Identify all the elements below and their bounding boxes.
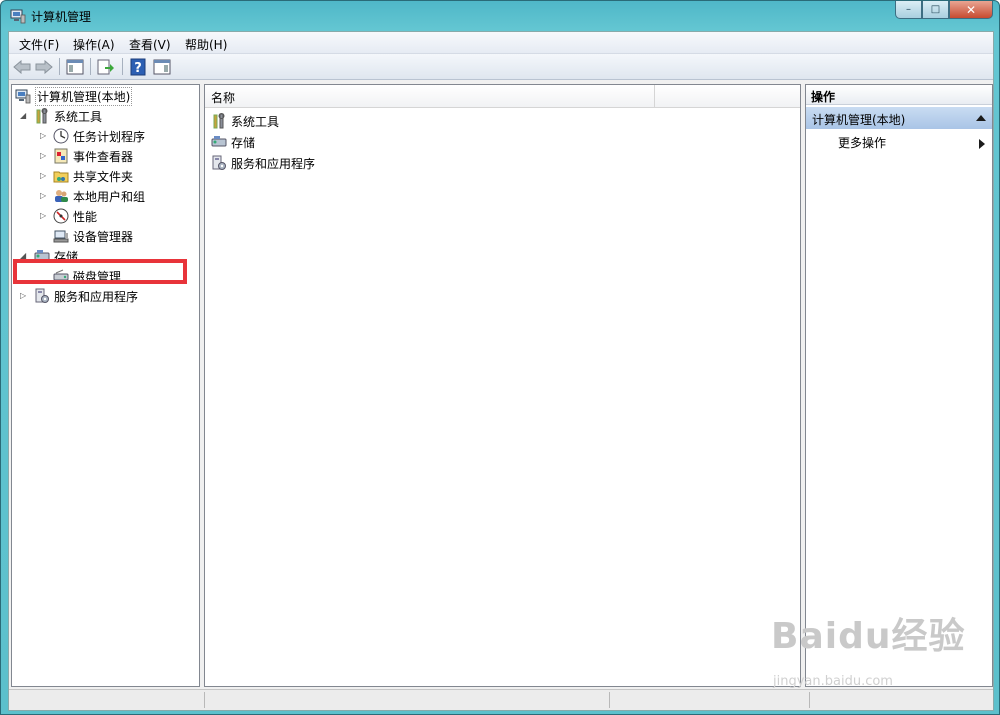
status-separator bbox=[809, 692, 810, 708]
export-list-icon[interactable] bbox=[96, 57, 116, 77]
computer-management-icon bbox=[10, 8, 26, 24]
tree-node-system-tools[interactable]: 系统工具 bbox=[34, 107, 102, 125]
toolbar: ? bbox=[9, 54, 993, 80]
tree-label: 设备管理器 bbox=[73, 229, 134, 244]
tree-label: 共享文件夹 bbox=[73, 169, 134, 184]
list-pane[interactable]: 名称 系统工具 存储 服务和应用程序 bbox=[204, 84, 801, 687]
status-separator bbox=[609, 692, 610, 708]
services-icon bbox=[34, 288, 50, 304]
computer-icon bbox=[15, 88, 31, 104]
baidu-watermark-url: jingyan.baidu.com bbox=[773, 674, 893, 689]
tools-icon bbox=[211, 113, 227, 129]
collapse-up-icon[interactable] bbox=[976, 115, 986, 121]
tree-label: 事件查看器 bbox=[73, 149, 134, 164]
menu-bar: 文件(F) 操作(A) 查看(V) 帮助(H) bbox=[9, 32, 993, 54]
users-icon bbox=[53, 188, 69, 204]
tree-node-task-scheduler[interactable]: 任务计划程序 bbox=[53, 127, 145, 145]
baidu-watermark-logo: Baidu经验 bbox=[771, 616, 966, 657]
tools-icon bbox=[34, 108, 50, 124]
tree-node-device-manager[interactable]: 设备管理器 bbox=[53, 227, 133, 245]
collapse-triangle-icon[interactable]: ◢ bbox=[20, 112, 28, 120]
title-bar[interactable]: 计算机管理 – □ ✕ bbox=[1, 1, 999, 31]
tree-node-performance[interactable]: 性能 bbox=[53, 207, 97, 225]
list-item[interactable]: 服务和应用程序 bbox=[211, 154, 315, 172]
column-header-name[interactable]: 名称 bbox=[205, 85, 655, 107]
tree-pane[interactable]: 计算机管理(本地) ◢ 系统工具 ▷ 任务计划程序 ▷ 事件查看器 ▷ 共享文件… bbox=[11, 84, 200, 687]
toolbar-separator bbox=[59, 58, 60, 75]
device-manager-icon bbox=[53, 228, 69, 244]
actions-section-header[interactable]: 计算机管理(本地) bbox=[806, 107, 992, 129]
tree-label: 系统工具 bbox=[54, 109, 103, 124]
menu-action[interactable]: 操作(A) bbox=[73, 36, 115, 53]
expand-triangle-icon[interactable]: ▷ bbox=[20, 292, 28, 300]
show-action-pane-icon[interactable] bbox=[152, 57, 172, 77]
tree-node-services-apps[interactable]: 服务和应用程序 bbox=[34, 287, 138, 305]
status-bar bbox=[9, 689, 993, 710]
column-header: 名称 bbox=[205, 85, 800, 108]
red-highlight-box bbox=[13, 259, 187, 284]
tree-label: 本地用户和组 bbox=[73, 189, 146, 204]
list-item[interactable]: 存储 bbox=[211, 133, 255, 151]
list-item-label: 服务和应用程序 bbox=[231, 156, 316, 171]
menu-help[interactable]: 帮助(H) bbox=[185, 36, 227, 53]
tree-label: 任务计划程序 bbox=[73, 129, 146, 144]
storage-icon bbox=[211, 134, 227, 150]
list-item-label: 存储 bbox=[231, 135, 256, 150]
more-actions-link[interactable]: 更多操作 bbox=[838, 134, 886, 151]
expand-triangle-icon[interactable]: ▷ bbox=[40, 132, 48, 140]
performance-icon bbox=[53, 208, 69, 224]
expand-triangle-icon[interactable]: ▷ bbox=[40, 172, 48, 180]
clock-icon bbox=[53, 128, 69, 144]
shared-folder-icon bbox=[53, 168, 69, 184]
window-title: 计算机管理 bbox=[31, 10, 92, 24]
status-separator bbox=[204, 692, 205, 708]
expand-triangle-icon[interactable]: ▷ bbox=[40, 192, 48, 200]
tree-label: 服务和应用程序 bbox=[54, 289, 139, 304]
list-item-label: 系统工具 bbox=[231, 114, 280, 129]
expand-triangle-icon[interactable]: ▷ bbox=[40, 212, 48, 220]
help-icon[interactable]: ? bbox=[128, 57, 148, 77]
actions-pane: 操作 计算机管理(本地) 更多操作 bbox=[805, 84, 993, 687]
minimize-button[interactable]: – bbox=[895, 1, 922, 19]
tree-label: 性能 bbox=[73, 209, 98, 224]
tree-node-shared-folders[interactable]: 共享文件夹 bbox=[53, 167, 133, 185]
expand-triangle-icon[interactable]: ▷ bbox=[40, 152, 48, 160]
tree-node-local-users[interactable]: 本地用户和组 bbox=[53, 187, 145, 205]
tree-node-event-viewer[interactable]: 事件查看器 bbox=[53, 147, 133, 165]
actions-section-label: 计算机管理(本地) bbox=[812, 113, 906, 127]
forward-arrow-icon[interactable] bbox=[34, 57, 54, 77]
services-icon bbox=[211, 155, 227, 171]
maximize-button[interactable]: □ bbox=[922, 1, 949, 19]
app-window: 计算机管理 – □ ✕ 文件(F) 操作(A) 查看(V) 帮助(H) ? 计算… bbox=[0, 0, 1000, 715]
menu-view[interactable]: 查看(V) bbox=[129, 36, 171, 53]
list-item[interactable]: 系统工具 bbox=[211, 112, 279, 130]
back-arrow-icon[interactable] bbox=[12, 57, 32, 77]
tree-label: 计算机管理(本地) bbox=[35, 86, 133, 106]
toolbar-separator bbox=[90, 58, 91, 75]
close-button[interactable]: ✕ bbox=[949, 1, 993, 19]
tree-node-root[interactable]: 计算机管理(本地) bbox=[15, 86, 133, 106]
event-viewer-icon bbox=[53, 148, 69, 164]
submenu-arrow-icon[interactable] bbox=[979, 139, 985, 149]
show-tree-icon[interactable] bbox=[65, 57, 85, 77]
menu-file[interactable]: 文件(F) bbox=[19, 36, 59, 53]
toolbar-separator bbox=[122, 58, 123, 75]
svg-text:?: ? bbox=[134, 61, 142, 76]
actions-title: 操作 bbox=[806, 85, 992, 105]
